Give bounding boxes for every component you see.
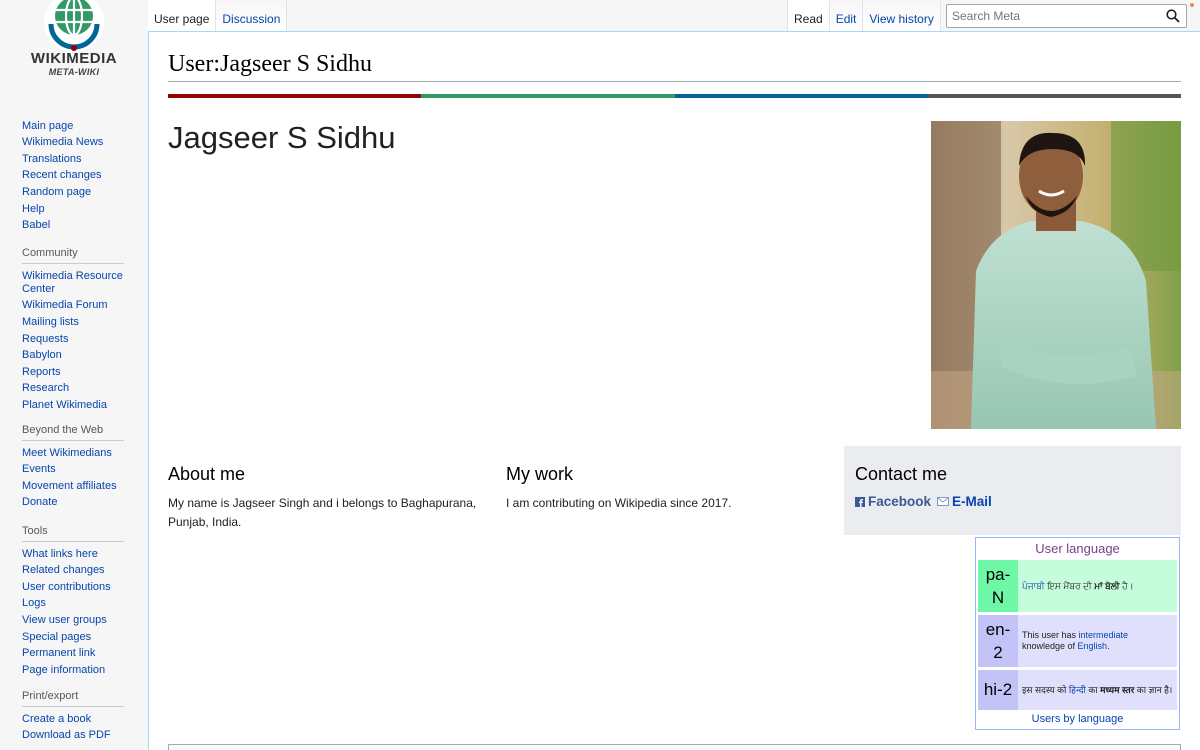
color-bar-gray <box>927 94 1181 98</box>
community-item[interactable]: Research <box>22 381 126 398</box>
tools-item[interactable]: What links here <box>22 546 126 563</box>
facebook-icon <box>855 496 865 507</box>
work-section: My work I am contributing on Wikipedia s… <box>506 446 826 535</box>
logo-subtitle: META-WIKI <box>48 67 100 77</box>
facebook-link[interactable]: Facebook <box>868 494 931 509</box>
babel-row-hi: hi-2 इस सदस्य को हिन्दी का मध्यम स्तर का… <box>978 670 1177 710</box>
portal-heading: Print/export <box>22 690 124 707</box>
language-link[interactable]: English <box>1078 641 1108 651</box>
notification-dot <box>1190 3 1194 7</box>
tools-item[interactable]: Page information <box>22 662 126 679</box>
community-portal: Community Wikimedia Resource Center Wiki… <box>22 247 126 414</box>
nav-item[interactable]: Random page <box>22 184 126 201</box>
view-tabs: Read Edit View history <box>787 0 941 31</box>
community-item[interactable]: Wikimedia Forum <box>22 298 126 315</box>
babel-code[interactable]: en- 2 <box>978 615 1018 667</box>
email-link[interactable]: E-Mail <box>952 494 992 509</box>
users-by-language-link[interactable]: Users by language <box>976 713 1179 725</box>
portal-heading: Tools <box>22 525 124 542</box>
color-bar <box>168 94 1181 98</box>
color-bar-red <box>168 94 422 98</box>
beyond-portal: Beyond the Web Meet Wikimedians Events M… <box>22 424 126 511</box>
babel-description: ਪੰਜਾਬੀ ਇਸ ਮੈਂਬਰ ਦੀ ਮਾਂ ਬੋਲੀ ਹੈ। <box>1018 560 1177 612</box>
community-item[interactable]: Reports <box>22 364 126 381</box>
user-display-name: Jagseer S Sidhu <box>168 120 396 155</box>
tools-item[interactable]: Related changes <box>22 563 126 580</box>
babel-code[interactable]: hi-2 <box>978 670 1018 710</box>
nav-item[interactable]: Help <box>22 201 126 218</box>
about-section: About me My name is Jagseer Singh and i … <box>168 446 488 535</box>
babel-row-en: en- 2 This user has intermediate knowledg… <box>978 615 1177 667</box>
nav-item[interactable]: Translations <box>22 151 126 168</box>
babel-description: This user has intermediate knowledge of … <box>1018 615 1177 667</box>
portal-heading: Community <box>22 247 124 264</box>
tab-user-page[interactable]: User page <box>148 0 217 31</box>
beyond-item[interactable]: Donate <box>22 495 126 512</box>
nav-item[interactable]: Main page <box>22 118 126 135</box>
contact-section: Contact me Facebook E-Mail <box>844 446 1181 535</box>
nav-item[interactable]: Babel <box>22 217 126 234</box>
community-item[interactable]: Planet Wikimedia <box>22 397 126 414</box>
nav-item[interactable]: Wikimedia News <box>22 135 126 152</box>
namespace-tabs: User page Discussion <box>148 0 288 31</box>
print-item[interactable]: Download as PDF <box>22 728 126 745</box>
beyond-item[interactable]: Movement affiliates <box>22 478 126 495</box>
work-text: I am contributing on Wikipedia since 201… <box>506 496 732 510</box>
user-photo[interactable] <box>931 121 1181 429</box>
community-item[interactable]: Wikimedia Resource Center <box>22 268 126 298</box>
tools-item[interactable]: Special pages <box>22 629 126 646</box>
page-title: User:Jagseer S Sidhu <box>168 49 1181 82</box>
logo-wordmark: WIKIMEDIA <box>30 50 118 67</box>
babel-code[interactable]: pa- N <box>978 560 1018 612</box>
language-link[interactable]: हिन्दी <box>1069 685 1086 695</box>
search-icon[interactable] <box>1166 9 1180 23</box>
about-heading: About me <box>168 464 246 484</box>
nav-item[interactable]: Recent changes <box>22 168 126 185</box>
content-area: User:Jagseer S Sidhu Jagseer S Sidhu Abo… <box>148 31 1200 750</box>
print-item[interactable]: Create a book <box>22 711 126 728</box>
sidebar: WIKIMEDIA META-WIKI Main page Wikimedia … <box>0 0 148 750</box>
language-link[interactable]: ਪੰਜਾਬੀ <box>1022 581 1045 591</box>
beyond-item[interactable]: Events <box>22 462 126 479</box>
babel-title[interactable]: User language <box>976 538 1179 560</box>
work-heading: My work <box>506 464 573 484</box>
community-item[interactable]: Mailing lists <box>22 314 126 331</box>
level-link[interactable]: intermediate <box>1079 630 1129 640</box>
community-item[interactable]: Requests <box>22 331 126 348</box>
tab-discussion[interactable]: Discussion <box>216 0 288 31</box>
tools-item[interactable]: View user groups <box>22 612 126 629</box>
tab-view-history[interactable]: View history <box>863 0 941 31</box>
print-portal: Print/export Create a book Download as P… <box>22 690 126 744</box>
tools-portal: Tools What links here Related changes Us… <box>22 525 126 679</box>
wikimedia-globe-icon <box>44 0 104 52</box>
about-text: My name is Jagseer Singh and i belongs t… <box>168 496 477 529</box>
color-bar-blue <box>674 94 928 98</box>
portal-heading: Beyond the Web <box>22 424 124 441</box>
babel-box: User language pa- N ਪੰਜਾਬੀ ਇਸ ਮੈਂਬਰ ਦੀ ਮਾ… <box>975 537 1180 730</box>
tools-item[interactable]: User contributions <box>22 579 126 596</box>
contact-links: Facebook E-Mail <box>855 494 1181 509</box>
bottom-box <box>168 744 1181 750</box>
babel-description: इस सदस्य को हिन्दी का मध्यम स्तर का ज्ञा… <box>1018 670 1177 710</box>
contact-heading: Contact me <box>855 464 948 484</box>
babel-row-pa: pa- N ਪੰਜਾਬੀ ਇਸ ਮੈਂਬਰ ਦੀ ਮਾਂ ਬੋਲੀ ਹੈ। <box>978 560 1177 612</box>
beyond-item[interactable]: Meet Wikimedians <box>22 445 126 462</box>
navigation-portal: Main page Wikimedia News Translations Re… <box>22 118 126 234</box>
site-logo[interactable]: WIKIMEDIA META-WIKI <box>22 0 126 86</box>
tools-item[interactable]: Permanent link <box>22 645 126 662</box>
tab-edit[interactable]: Edit <box>829 0 864 31</box>
tools-item[interactable]: Logs <box>22 596 126 613</box>
search-box <box>946 4 1187 28</box>
tab-read[interactable]: Read <box>787 0 830 31</box>
community-item[interactable]: Babylon <box>22 348 126 365</box>
color-bar-green <box>421 94 675 98</box>
search-input[interactable] <box>947 5 1157 27</box>
email-icon <box>937 497 950 506</box>
